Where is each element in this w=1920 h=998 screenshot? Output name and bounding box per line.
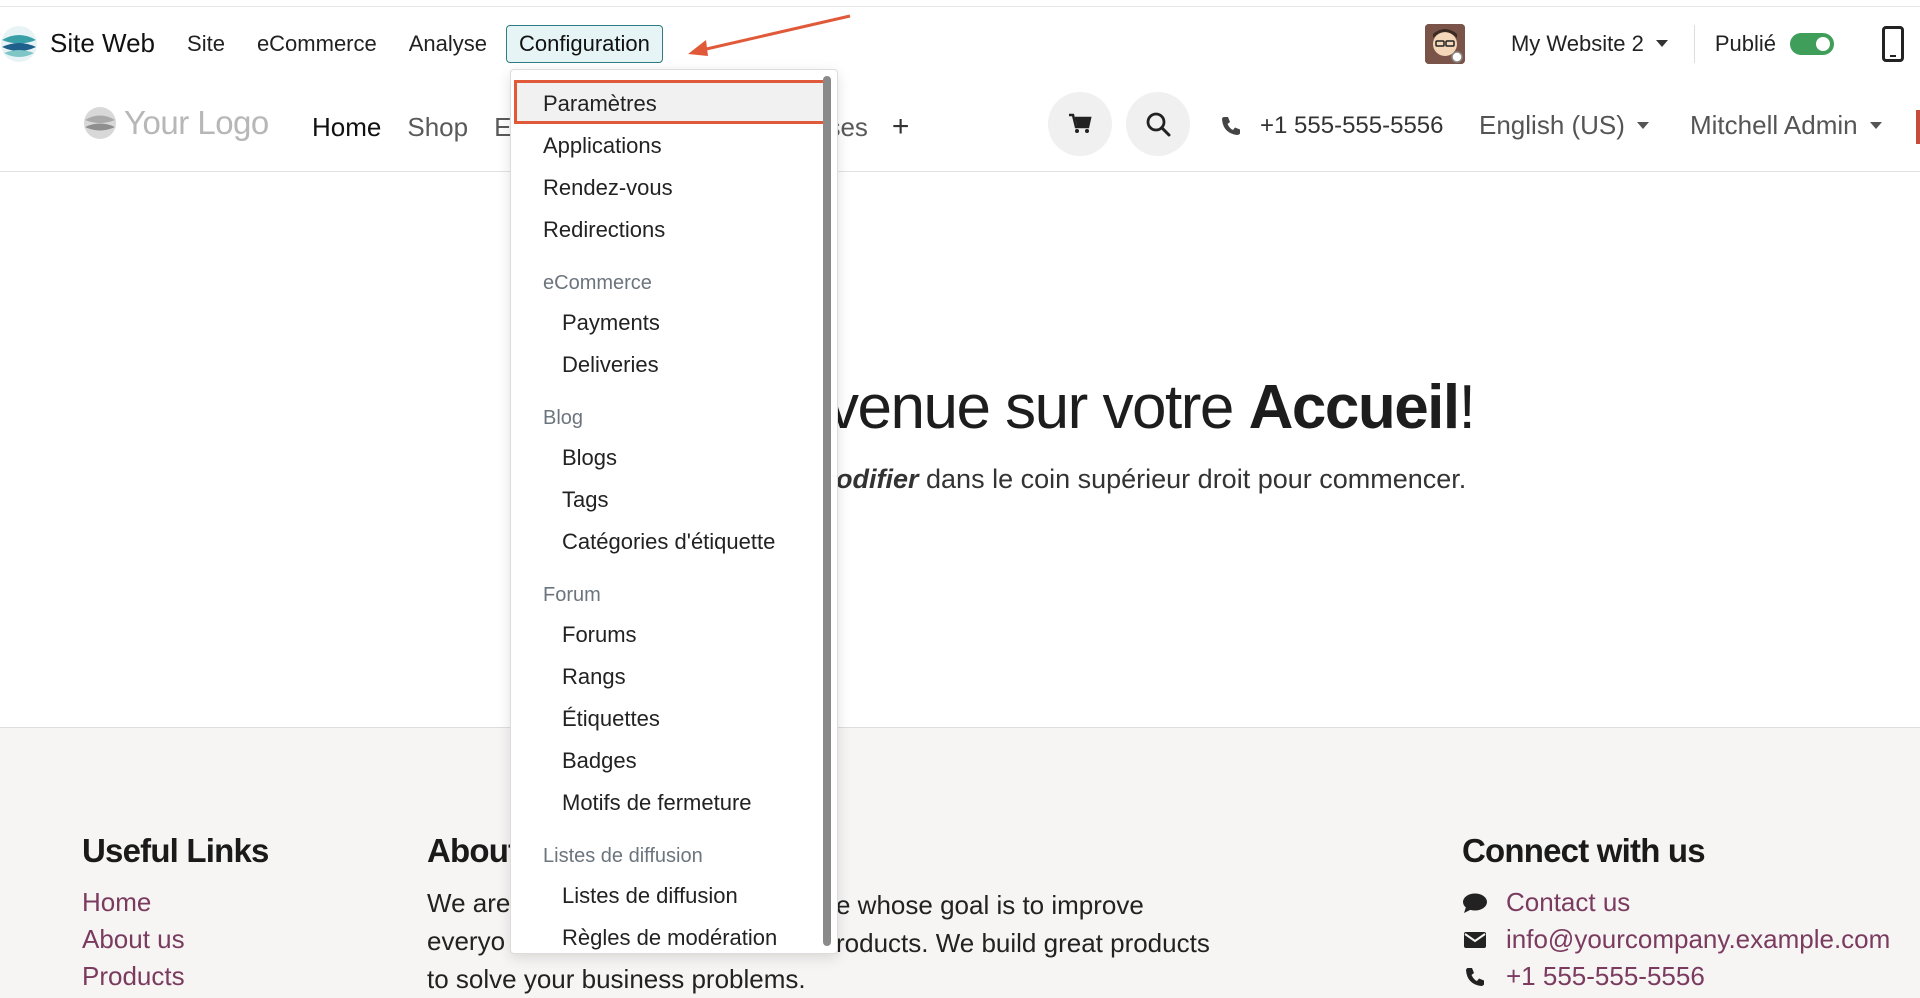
footer-link-products[interactable]: Products (82, 958, 269, 995)
section-ecommerce: eCommerce (543, 272, 652, 294)
site-logo[interactable]: Your Logo (82, 104, 269, 142)
avatar-face-icon (1424, 23, 1465, 64)
contact-us-label: Contact us (1506, 887, 1631, 917)
menu-item-tag-categories[interactable]: Catégories d'étiquette (562, 529, 775, 555)
user-menu[interactable]: Mitchell Admin (1690, 110, 1882, 141)
phone-icon (1462, 966, 1488, 988)
menu-item-badges[interactable]: Badges (562, 748, 637, 774)
edit-button-edge[interactable] (1916, 110, 1920, 144)
chevron-down-icon (1869, 122, 1882, 129)
search-button[interactable] (1126, 92, 1190, 156)
menu-item-redirections[interactable]: Redirections (543, 217, 665, 243)
menu-item-tags[interactable]: Tags (562, 487, 608, 513)
hero-subtitle-bold: odifier (836, 464, 919, 494)
header-phone[interactable]: +1 555-555-5556 (1220, 112, 1444, 140)
section-blog: Blog (543, 407, 584, 429)
user-name: Mitchell Admin (1690, 110, 1858, 140)
footer-link-home[interactable]: Home (82, 884, 269, 921)
section-mailing-lists: Listes de diffusion (543, 845, 703, 867)
menu-item-etiquettes[interactable]: Étiquettes (562, 706, 660, 732)
dropdown-scrollbar[interactable] (823, 76, 831, 946)
publish-label: Publié (1714, 30, 1776, 56)
menu-item-payments[interactable]: Payments (562, 310, 660, 336)
phone-icon (1222, 117, 1240, 135)
hero-subtitle: odifier dans le coin supérieur droit pou… (836, 464, 1466, 495)
app-brand[interactable]: Site Web (0, 25, 187, 63)
site-footer: Useful Links Home About us Products Abou… (0, 727, 1920, 998)
menu-item-rendez-vous[interactable]: Rendez-vous (543, 175, 673, 201)
cart-button[interactable] (1048, 92, 1112, 156)
chevron-down-icon (1636, 122, 1649, 129)
hero-title-text: venue sur votre (828, 373, 1249, 442)
annotation-arrow-icon (688, 14, 851, 56)
chevron-down-icon (1655, 40, 1668, 47)
footer-useful-title: Useful Links (82, 832, 269, 869)
search-icon (1146, 112, 1171, 137)
website-switcher[interactable]: My Website 2 (1511, 31, 1668, 57)
publish-toggle-group: Publié (1715, 31, 1834, 57)
menu-item-rangs[interactable]: Rangs (562, 664, 626, 690)
menu-item-parametres[interactable]: Paramètres (543, 91, 657, 117)
menu-item-close-reasons[interactable]: Motifs de fermeture (562, 790, 752, 816)
footer-connect: Connect with us Contact us info@yourcomp… (1462, 832, 1890, 995)
nav-partial-1[interactable]: E (494, 112, 511, 143)
footer-useful-links: Useful Links Home About us Products (82, 832, 269, 995)
user-avatar[interactable] (1424, 23, 1465, 64)
phone-number: +1 555-555-5556 (1260, 112, 1444, 139)
footer-about-right-2: roducts. We build great products (836, 928, 1210, 958)
footer-phone[interactable]: +1 555-555-5556 (1462, 958, 1890, 995)
footer-connect-title: Connect with us (1462, 832, 1706, 869)
menu-item-applications[interactable]: Applications (543, 133, 662, 159)
chat-icon (1462, 892, 1488, 914)
footer-about-line-3: to solve your business problems. (427, 964, 806, 994)
cart-icon (1069, 113, 1092, 133)
envelope-icon (1462, 931, 1488, 949)
nav-home[interactable]: Home (312, 112, 381, 143)
divider (1693, 24, 1695, 63)
hero-title-suffix: ! (1458, 373, 1476, 442)
menu-item-moderation-rules[interactable]: Règles de modération (562, 925, 777, 951)
website-app-icon (1, 25, 37, 62)
menu-ecommerce[interactable]: eCommerce (257, 31, 377, 57)
menu-item-deliveries[interactable]: Deliveries (562, 352, 659, 378)
menu-item-forums[interactable]: Forums (562, 622, 637, 648)
menu-configuration[interactable]: Configuration (506, 24, 663, 63)
configuration-dropdown: Paramètres Applications Rendez-vous Redi… (510, 69, 838, 954)
website-name: My Website 2 (1510, 30, 1644, 56)
menu-item-mailing-lists[interactable]: Listes de diffusion (562, 883, 738, 909)
menu-site[interactable]: Site (187, 31, 225, 57)
footer-about-right-1: e whose goal is to improve (836, 890, 1144, 920)
add-menu-icon[interactable]: + (892, 110, 910, 144)
footer-contact-us[interactable]: Contact us (1462, 884, 1890, 921)
hero-title-bold: Accueil (1248, 373, 1461, 442)
app-name: Site Web (50, 28, 156, 58)
logo-text: Your Logo (124, 104, 269, 141)
nav-shop[interactable]: Shop (407, 112, 468, 143)
publish-toggle[interactable] (1790, 32, 1834, 55)
website-header: Your Logo Home Shop E ses + +1 555-555-5… (0, 80, 1920, 172)
hero-title: venue sur votre Accueil! (828, 372, 1476, 443)
section-forum: Forum (543, 584, 601, 606)
footer-email[interactable]: info@yourcompany.example.com (1462, 921, 1890, 958)
hero-subtitle-text: dans le coin supérieur droit pour commen… (918, 464, 1467, 494)
footer-about-continued: e whose goal is to improve roducts. We b… (836, 886, 1210, 962)
menu-item-blogs[interactable]: Blogs (562, 445, 617, 471)
email-address: info@yourcompany.example.com (1506, 924, 1891, 954)
menu-analyse[interactable]: Analyse (409, 31, 487, 57)
language-label: English (US) (1479, 110, 1625, 140)
logo-icon (84, 107, 116, 139)
footer-phone-number: +1 555-555-5556 (1506, 961, 1705, 991)
mobile-preview-icon[interactable] (1882, 25, 1904, 62)
odoo-top-bar: Site Web Site eCommerce Analyse Configur… (0, 6, 1920, 81)
top-right-controls: My Website 2 Publié (1424, 7, 1920, 80)
language-selector[interactable]: English (US) (1479, 110, 1649, 141)
footer-link-about[interactable]: About us (82, 921, 269, 958)
